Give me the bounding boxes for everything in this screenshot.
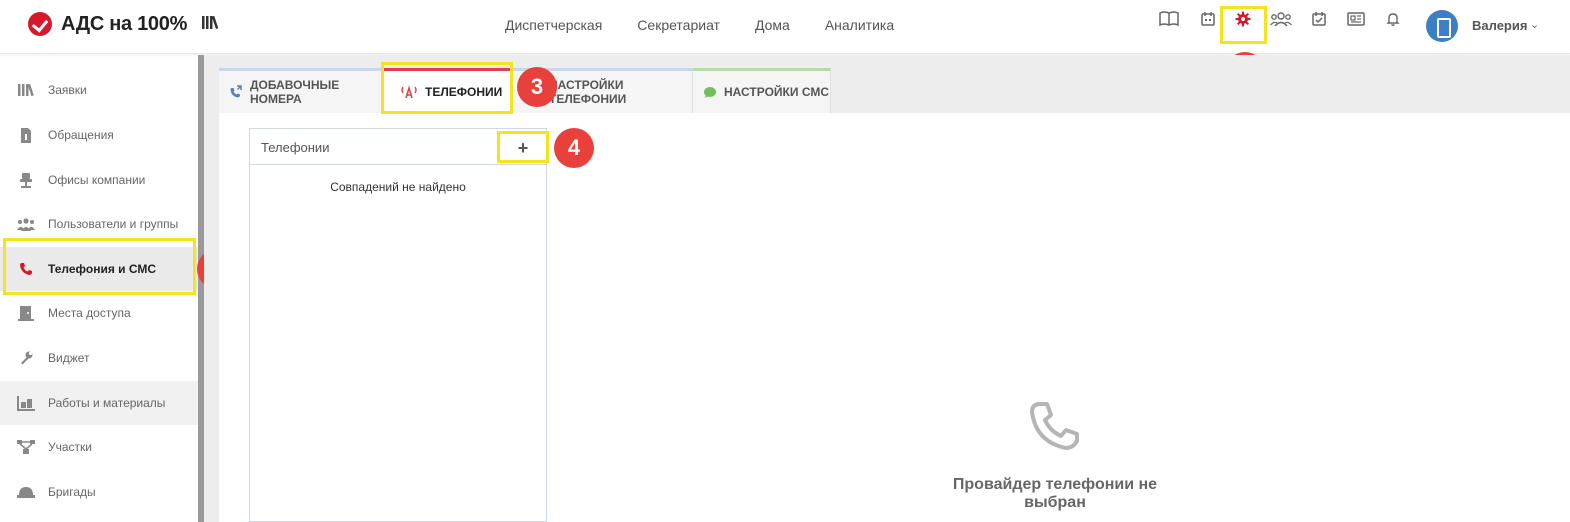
highlight-telephony [3,238,196,295]
news-icon[interactable] [1343,8,1369,30]
sitemap-icon [17,439,35,455]
sidebar-item-label: Обращения [48,128,114,142]
books-icon[interactable] [201,14,221,34]
top-navigation: Диспетчерская Секретариат Дома Аналитика [505,17,929,33]
sidebar-item-offices[interactable]: Офисы компании [0,158,198,202]
sidebar-item-requests[interactable]: Заявки [0,68,198,112]
tab-label: ДОБАВОЧНЫЕ НОМЕРА [250,78,340,106]
tab-label: НАСТРОЙКИ СМС [724,85,829,99]
users-icon [17,216,35,232]
nav-analytics[interactable]: Аналитика [825,17,894,33]
sidebar-item-label: Офисы компании [48,173,146,187]
user-name[interactable]: Валерия [1472,18,1527,33]
app-logo[interactable]: АДС на 100% [28,12,221,36]
book-icon[interactable] [1156,8,1182,30]
top-header: АДС на 100% Диспетчерская Секретариат До… [0,0,1570,54]
panel-title: Телефонии [261,140,330,155]
logo-check-icon [28,12,52,36]
sidebar-item-label: Заявки [48,83,87,97]
tab-label: НАСТРОЙКИ ТЕЛЕФОНИИ [549,78,627,106]
telephony-list-panel: Телефонии + Совпадений не найдено [249,128,547,522]
sidebar-item-works-materials[interactable]: Работы и материалы [0,381,198,425]
callout-4: 4 [554,128,594,168]
door-icon [17,305,35,321]
app-title: АДС на 100% [61,12,188,35]
sidebar-item-appeals[interactable]: Обращения [0,113,198,157]
nav-houses[interactable]: Дома [755,17,790,33]
materials-icon [17,395,35,411]
sidebar-item-label: Места доступа [48,306,131,320]
sidebar-item-widget[interactable]: Виджет [0,336,198,380]
books-icon [17,82,35,98]
office-chair-icon [17,172,35,188]
tab-sms-settings[interactable]: НАСТРОЙКИ СМС [693,68,831,113]
document-icon [17,127,35,143]
tab-extension-numbers[interactable]: ДОБАВОЧНЫЕ НОМЕРА [219,68,384,113]
sidebar-item-access-points[interactable]: Места доступа [0,291,198,335]
highlight-tab-telephonies [381,62,513,114]
highlight-add-button [497,131,549,163]
empty-message: Совпадений не найдено [330,180,466,194]
nav-dispatch[interactable]: Диспетчерская [505,17,602,33]
calendar-check-icon[interactable] [1306,8,1332,30]
sidebar-item-label: Бригады [48,485,96,499]
calendar-icon[interactable] [1195,8,1221,30]
nav-secretariat[interactable]: Секретариат [637,17,720,33]
chevron-down-icon[interactable]: ⌄ [1530,18,1539,31]
sidebar-item-label: Участки [48,440,92,454]
users-icon[interactable] [1268,8,1294,30]
callout-3: 3 [517,67,557,107]
sidebar-item-label: Пользователи и группы [48,217,179,231]
main-area: ДОБАВОЧНЫЕ НОМЕРА НАСТРОЙКИ ТЕЛЕФОНИИ НА… [204,55,1570,522]
sidebar-item-brigades[interactable]: Бригады [0,470,198,514]
bell-icon[interactable] [1380,8,1406,30]
chat-icon [703,86,717,99]
sidebar-item-label: Виджет [48,351,90,365]
helmet-icon [17,484,35,500]
phone-forward-icon [229,85,243,99]
avatar[interactable] [1426,10,1458,42]
sidebar-item-districts[interactable]: Участки [0,425,198,469]
sidebar-item-label: Работы и материалы [48,396,166,410]
phone-icon [1028,400,1082,457]
empty-state-message: Провайдер телефонии не выбран [952,476,1158,511]
wrench-icon [17,350,35,366]
highlight-gear [1220,6,1267,44]
